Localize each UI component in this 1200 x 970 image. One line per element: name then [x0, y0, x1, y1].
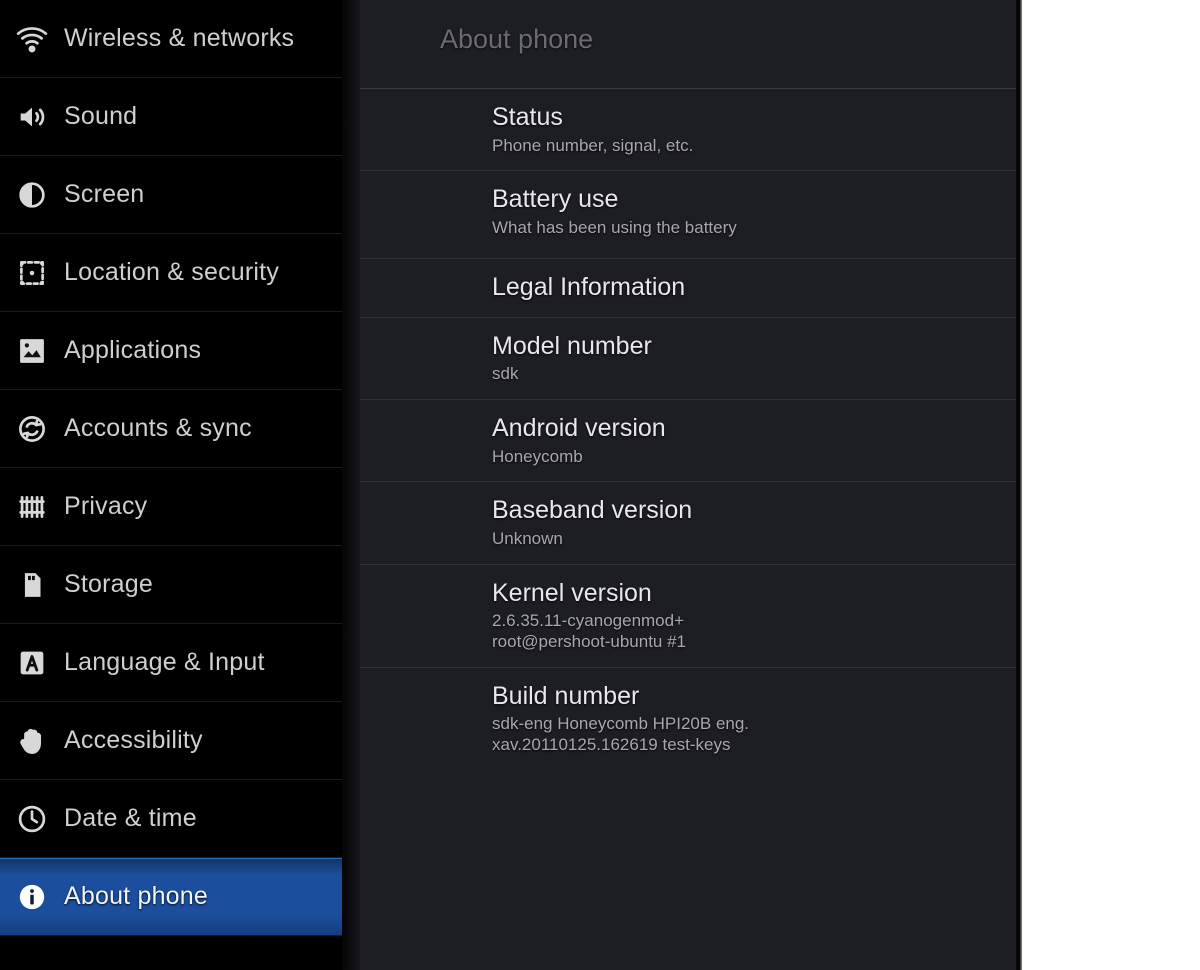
- list-item-title: Status: [492, 103, 563, 131]
- sidebar-item-label: Wireless & networks: [64, 24, 295, 52]
- list-item-subtitle: Unknown: [492, 529, 1022, 550]
- language-input-icon: [0, 624, 64, 701]
- accounts-sync-icon: [0, 390, 64, 467]
- list-item[interactable]: Battery use What has been using the batte…: [360, 170, 1022, 252]
- sidebar-item-label: Storage: [64, 570, 153, 598]
- sidebar-item-screen[interactable]: Screen: [0, 156, 342, 234]
- android-settings-screen: Wireless & networks Sound Screen Location &…: [0, 0, 1200, 970]
- list-item-subtitle: sdk-eng Honeycomb HPI20B eng. xav.2011012…: [492, 714, 1022, 755]
- list-item-title: Model number: [492, 331, 652, 360]
- page-title: About phone: [440, 24, 594, 54]
- sidebar-item-label: Language & Input: [64, 648, 265, 676]
- list-item-subtitle-line: Phone number, signal, etc.: [492, 135, 694, 155]
- wifi-icon: [0, 0, 64, 77]
- list-item[interactable]: Legal Information: [360, 258, 1022, 317]
- list-item-subtitle-line: 2.6.35.11-cyanogenmod+: [492, 611, 685, 631]
- list-item-subtitle: Phone number, signal, etc.: [492, 136, 1022, 157]
- list-item[interactable]: Android version Honeycomb: [360, 399, 1022, 481]
- list-item[interactable]: Build number sdk-eng Honeycomb HPI20B eng…: [360, 666, 1022, 770]
- list-item-subtitle-line: root@pershoot-ubuntu #1: [492, 631, 686, 651]
- storage-icon: [0, 546, 64, 623]
- list-item-subtitle-line: What has been using the battery: [492, 217, 737, 237]
- accessibility-hand-icon: [0, 702, 64, 779]
- privacy-icon: [0, 468, 64, 545]
- sidebar-item-accounts-sync[interactable]: Accounts & sync: [0, 390, 342, 468]
- clock-icon: [0, 780, 64, 857]
- sidebar-item-date-time[interactable]: Date & time: [0, 780, 342, 858]
- list-item-title: Build number: [492, 681, 640, 710]
- sidebar-item-label: Sound: [64, 102, 138, 130]
- list-item-subtitle-line: xav.20110125.162619 test-keys: [492, 734, 731, 754]
- sidebar-item-label: Accessibility: [64, 726, 203, 754]
- sidebar-item-label: Date & time: [64, 804, 197, 832]
- list-item-subtitle: Honeycomb: [492, 447, 1022, 468]
- sidebar-item-storage[interactable]: Storage: [0, 546, 342, 624]
- list-item-subtitle: sdk: [492, 364, 1022, 385]
- list-item-subtitle-line: Honeycomb: [492, 446, 583, 466]
- list-item[interactable]: Model number sdk: [360, 316, 1022, 399]
- sidebar-item-sound[interactable]: Sound: [0, 78, 342, 156]
- sidebar-item-privacy[interactable]: Privacy: [0, 468, 342, 546]
- list-item-title: Legal Information: [492, 273, 686, 302]
- list-item[interactable]: Baseband version Unknown: [360, 481, 1022, 563]
- list-item-subtitle-line: Unknown: [492, 528, 563, 548]
- sidebar-item-accessibility[interactable]: Accessibility: [0, 702, 342, 780]
- brightness-icon: [0, 156, 64, 233]
- list-item[interactable]: Status Phone number, signal, etc.: [360, 88, 1022, 170]
- info-icon: [0, 858, 64, 935]
- sidebar-item-label: Accounts & sync: [64, 414, 252, 442]
- settings-sidebar: Wireless & networks Sound Screen Location &…: [0, 0, 342, 970]
- list-item-title: Kernel version: [492, 578, 652, 607]
- list-item-subtitle-line: sdk-eng Honeycomb HPI20B eng.: [492, 714, 750, 734]
- sidebar-item-label: Privacy: [64, 492, 148, 520]
- location-security-icon: [0, 234, 64, 311]
- sidebar-item-wireless-networks[interactable]: Wireless & networks: [0, 0, 342, 78]
- sound-icon: [0, 78, 64, 155]
- sidebar-item-label: Location & security: [64, 258, 280, 286]
- list-item-subtitle: What has been using the battery: [492, 218, 1022, 239]
- sidebar-item-label: Screen: [64, 180, 145, 208]
- sidebar-item-label: Applications: [64, 336, 202, 364]
- sidebar-item-applications[interactable]: Applications: [0, 312, 342, 390]
- list-item-title: Baseband version: [492, 496, 693, 525]
- applications-icon: [0, 312, 64, 389]
- list-item-subtitle-line: sdk: [492, 364, 519, 384]
- sidebar-item-language-input[interactable]: Language & Input: [0, 624, 342, 702]
- sidebar-item-location-security[interactable]: Location & security: [0, 234, 342, 312]
- list-item[interactable]: Kernel version 2.6.35.11-cyanogenmod+ root…: [360, 563, 1022, 667]
- about-phone-panel: About phone Status Phone number, signal, …: [360, 0, 1022, 970]
- panel-seam: [342, 0, 360, 970]
- list-item-title: Battery use: [492, 185, 619, 214]
- sidebar-item-about-phone[interactable]: About phone: [0, 858, 342, 936]
- list-item-subtitle: 2.6.35.11-cyanogenmod+ root@pershoot-ubun…: [492, 611, 1022, 652]
- sidebar-item-label: About phone: [64, 882, 208, 910]
- about-phone-list: Status Phone number, signal, etc. Battery …: [360, 88, 1022, 770]
- panel-right-edge: [1016, 0, 1022, 970]
- list-item-title: Android version: [492, 414, 666, 443]
